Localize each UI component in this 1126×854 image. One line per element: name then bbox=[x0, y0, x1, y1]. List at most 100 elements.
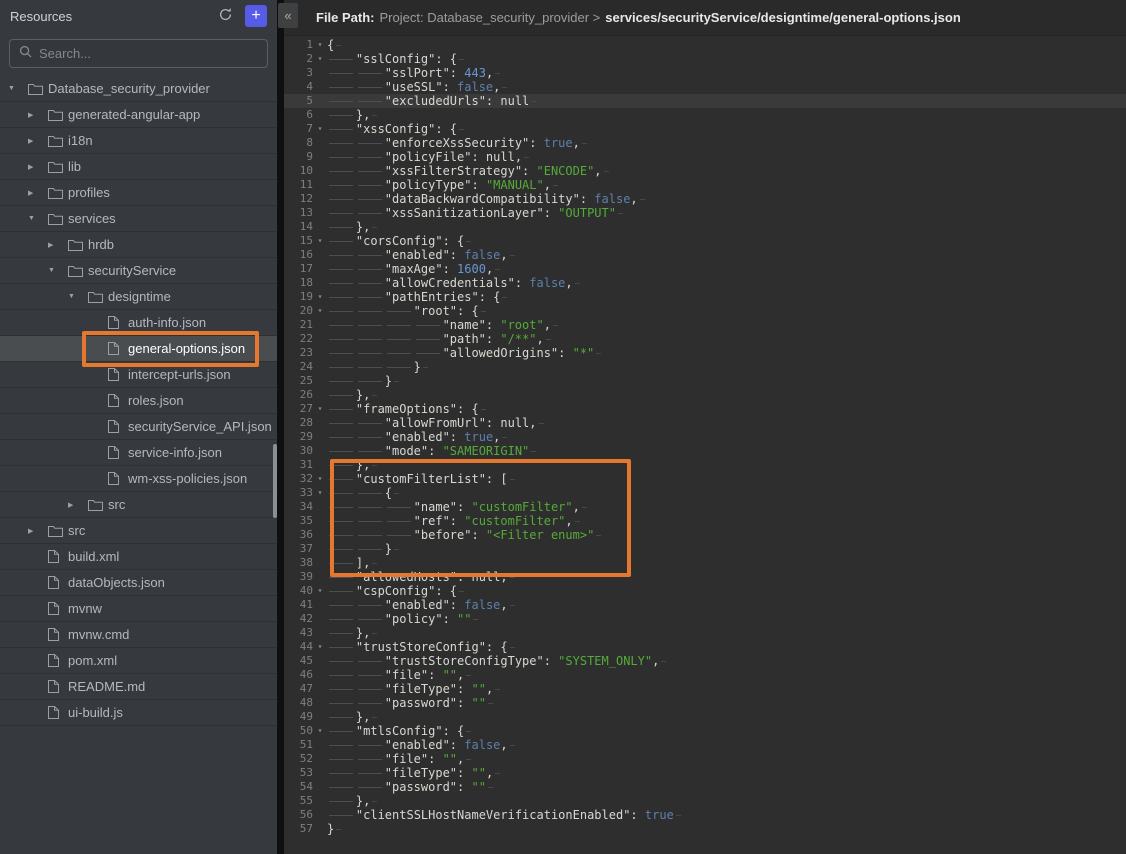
tab-whitespace-mark bbox=[327, 780, 356, 794]
code-line-8: 8"enforceXssSecurity": true, bbox=[284, 136, 1126, 150]
fold-arrow-icon[interactable]: ▾ bbox=[313, 52, 327, 66]
sidebar-collapse-button[interactable]: « bbox=[278, 3, 298, 28]
code-line-22: 22"path": "/**", bbox=[284, 332, 1126, 346]
chevron-down-icon[interactable]: ▼ bbox=[68, 293, 88, 300]
tree-item-label: general-options.json bbox=[128, 341, 245, 356]
tab-whitespace-mark bbox=[327, 360, 356, 374]
tree-file-roles.json[interactable]: roles.json bbox=[0, 388, 277, 414]
tab-whitespace-mark bbox=[385, 332, 414, 346]
tree-file-pom.xml[interactable]: pom.xml bbox=[0, 648, 277, 674]
tab-whitespace-mark bbox=[356, 66, 385, 80]
fold-arrow-icon[interactable]: ▾ bbox=[313, 640, 327, 654]
fold-arrow-icon[interactable]: ▾ bbox=[313, 38, 327, 52]
chevron-down-icon[interactable]: ▼ bbox=[48, 267, 68, 274]
tree-item-label: dataObjects.json bbox=[68, 575, 165, 590]
line-end-mark bbox=[573, 276, 581, 290]
chevron-right-icon[interactable]: ▶ bbox=[68, 501, 88, 509]
fold-arrow-icon[interactable]: ▾ bbox=[313, 584, 327, 598]
fold-arrow-icon[interactable]: ▾ bbox=[313, 304, 327, 318]
chevron-right-icon[interactable]: ▶ bbox=[28, 189, 48, 197]
line-number: 54 bbox=[284, 780, 313, 794]
fold-arrow-icon[interactable]: ▾ bbox=[313, 402, 327, 416]
tree-file-dataObjects.json[interactable]: dataObjects.json bbox=[0, 570, 277, 596]
line-end-mark bbox=[370, 794, 378, 808]
tree-file-wm-xss-policies.json[interactable]: wm-xss-policies.json bbox=[0, 466, 277, 492]
line-end-mark bbox=[544, 332, 552, 346]
tab-whitespace-mark bbox=[356, 136, 385, 150]
tree-file-ui-build.js[interactable]: ui-build.js bbox=[0, 700, 277, 726]
chevron-right-icon[interactable]: ▶ bbox=[48, 241, 68, 249]
tree-file-build.xml[interactable]: build.xml bbox=[0, 544, 277, 570]
fold-spacer bbox=[313, 430, 327, 444]
tab-whitespace-mark bbox=[327, 640, 356, 654]
sidebar-scrollbar-thumb[interactable] bbox=[273, 444, 277, 518]
chevron-right-icon[interactable]: ▶ bbox=[28, 111, 48, 119]
tree-folder-lib[interactable]: ▶lib bbox=[0, 154, 277, 180]
tree-folder-designtime[interactable]: ▼designtime bbox=[0, 284, 277, 310]
tree-file-general-options.json[interactable]: general-options.json bbox=[0, 336, 277, 362]
tree-folder-Database_security_provider[interactable]: ▼Database_security_provider bbox=[0, 76, 277, 102]
line-end-mark bbox=[674, 808, 682, 822]
tree-file-mvnw[interactable]: mvnw bbox=[0, 596, 277, 622]
tree-item-label: roles.json bbox=[128, 393, 184, 408]
chevron-down-icon[interactable]: ▼ bbox=[28, 215, 48, 222]
line-end-mark bbox=[479, 402, 487, 416]
tree-folder-src[interactable]: ▶src bbox=[0, 492, 277, 518]
line-number: 13 bbox=[284, 206, 313, 220]
tree-file-mvnw.cmd[interactable]: mvnw.cmd bbox=[0, 622, 277, 648]
tree-file-intercept-urls.json[interactable]: intercept-urls.json bbox=[0, 362, 277, 388]
code-text: "maxAge": 1600, bbox=[327, 262, 501, 276]
code-line-44: 44▾"trustStoreConfig": { bbox=[284, 640, 1126, 654]
code-editor[interactable]: 1▾{2▾"sslConfig": {3"sslPort": 443,4"use… bbox=[284, 36, 1126, 854]
tab-whitespace-mark bbox=[327, 710, 356, 724]
line-number: 25 bbox=[284, 374, 313, 388]
search-input[interactable] bbox=[39, 46, 258, 61]
line-number: 3 bbox=[284, 66, 313, 80]
tree-file-service-info.json[interactable]: service-info.json bbox=[0, 440, 277, 466]
tree-item-label: securityService bbox=[88, 263, 176, 278]
code-line-38: 38], bbox=[284, 556, 1126, 570]
tree-folder-profiles[interactable]: ▶profiles bbox=[0, 180, 277, 206]
tab-whitespace-mark bbox=[327, 682, 356, 696]
fold-arrow-icon[interactable]: ▾ bbox=[313, 234, 327, 248]
tree-folder-hrdb[interactable]: ▶hrdb bbox=[0, 232, 277, 258]
fold-spacer bbox=[313, 150, 327, 164]
line-end-mark bbox=[486, 696, 494, 710]
fold-arrow-icon[interactable]: ▾ bbox=[313, 472, 327, 486]
tree-file-auth-info.json[interactable]: auth-info.json bbox=[0, 310, 277, 336]
line-number: 40 bbox=[284, 584, 313, 598]
tree-folder-generated-angular-app[interactable]: ▶generated-angular-app bbox=[0, 102, 277, 128]
fold-spacer bbox=[313, 458, 327, 472]
tab-whitespace-mark bbox=[327, 696, 356, 710]
fold-arrow-icon[interactable]: ▾ bbox=[313, 724, 327, 738]
tree-folder-securityService[interactable]: ▼ securityService bbox=[0, 258, 277, 284]
tree-folder-src[interactable]: ▶src bbox=[0, 518, 277, 544]
tree-item-label: ui-build.js bbox=[68, 705, 123, 720]
folder-icon bbox=[48, 161, 68, 173]
tree-item-label: services bbox=[68, 211, 116, 226]
add-resource-button[interactable]: + bbox=[245, 5, 267, 27]
tree-file-securityService_API.json[interactable]: securityService_API.json bbox=[0, 414, 277, 440]
tab-whitespace-mark bbox=[356, 94, 385, 108]
fold-arrow-icon[interactable]: ▾ bbox=[313, 122, 327, 136]
chevron-right-icon[interactable]: ▶ bbox=[28, 527, 48, 535]
line-number: 51 bbox=[284, 738, 313, 752]
file-path-label: File Path: bbox=[316, 10, 375, 25]
code-line-14: 14}, bbox=[284, 220, 1126, 234]
tree-file-README.md[interactable]: README.md bbox=[0, 674, 277, 700]
line-number: 56 bbox=[284, 808, 313, 822]
tree-folder-i18n[interactable]: ▶i18n bbox=[0, 128, 277, 154]
line-end-mark bbox=[392, 486, 400, 500]
chevron-right-icon[interactable]: ▶ bbox=[28, 137, 48, 145]
chevron-down-icon[interactable]: ▼ bbox=[8, 85, 28, 92]
chevron-right-icon[interactable]: ▶ bbox=[28, 163, 48, 171]
folder-icon bbox=[48, 109, 68, 121]
tab-whitespace-mark bbox=[327, 584, 356, 598]
tree-item-label: intercept-urls.json bbox=[128, 367, 231, 382]
refresh-button[interactable] bbox=[214, 5, 236, 27]
tree-folder-services[interactable]: ▼ services bbox=[0, 206, 277, 232]
line-number: 53 bbox=[284, 766, 313, 780]
tab-whitespace-mark bbox=[327, 318, 356, 332]
fold-arrow-icon[interactable]: ▾ bbox=[313, 486, 327, 500]
fold-arrow-icon[interactable]: ▾ bbox=[313, 290, 327, 304]
